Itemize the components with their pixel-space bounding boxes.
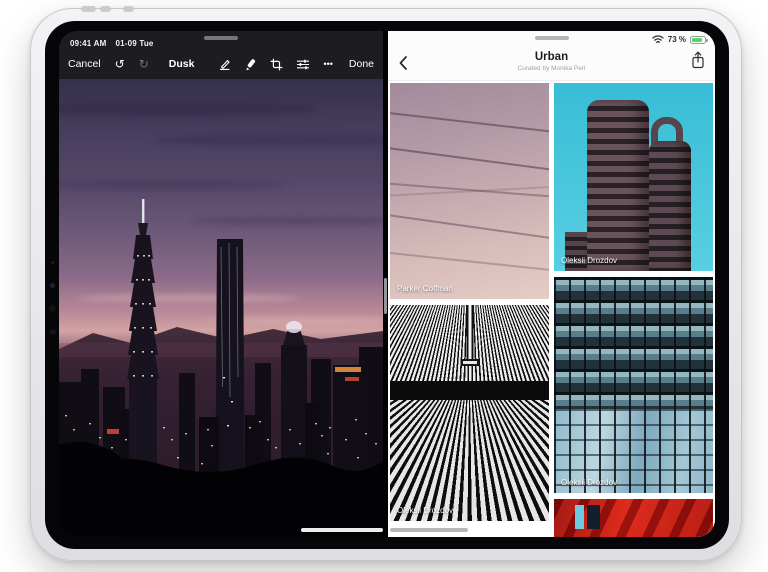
filter-name-label[interactable]: Dusk [169,58,195,70]
photo-building-facade[interactable]: Oleksii Drozdov [554,277,713,493]
status-bar-right: 73 % [652,35,706,44]
photo-power-lines[interactable]: Parker Coffman [390,83,549,299]
faceid-sensor [49,305,56,312]
chevron-left-icon [398,55,408,71]
power-line [390,251,549,271]
front-camera [50,283,55,288]
battery-fill [692,38,702,42]
tower-main [587,100,649,271]
back-button[interactable] [398,54,412,72]
power-button [81,6,96,12]
power-line [390,213,549,239]
ipad-device: 09:41 AM 01-09 Tue Cancel ↺ ↻ Dusk [30,8,742,561]
volume-up-button [100,6,111,12]
photo-credit: Parker Coffman [397,284,453,293]
cancel-button[interactable]: Cancel [68,58,101,70]
photo-browser-app: 73 % [388,31,715,537]
adjustments-icon[interactable] [296,58,310,71]
cloud-streak [59,102,318,116]
battery-icon [690,36,706,44]
stripes-lower [390,400,549,521]
stripes-center-slot [466,305,473,361]
ambient-sensor [51,261,54,264]
editor-toolbar: Cancel ↺ ↻ Dusk [59,49,383,79]
battery-percent: 73 % [668,35,686,44]
stripes-slot-foot [461,359,479,366]
photo-cyan-tower[interactable]: Oleksii Drozdov [554,83,713,271]
display: 09:41 AM 01-09 Tue Cancel ↺ ↻ Dusk [59,31,715,537]
power-line [390,111,549,133]
status-date: 01-09 Tue [115,39,153,48]
split-view-drag-pill-right[interactable] [535,36,569,40]
grid-column-left: Parker Coffman Oleksii Drozdov [390,83,549,537]
split-view-drag-pill-left[interactable] [204,36,238,40]
screen-bezel: 09:41 AM 01-09 Tue Cancel ↺ ↻ Dusk [45,21,729,549]
editor-tool-icons: ••• [218,58,332,71]
status-time: 09:41 AM [70,39,106,48]
red-photo-cyan-chip [575,505,584,529]
red-photo-dark-chip [587,505,600,529]
battery-cap [706,39,708,42]
cloud-streak [156,134,383,146]
home-indicator-right[interactable] [390,528,468,532]
editor-top-bars: 09:41 AM 01-09 Tue Cancel ↺ ↻ Dusk [59,31,383,79]
photo-credit: Oleksii Drozdov [561,256,617,265]
wifi-icon [652,35,664,44]
status-bar-left: 09:41 AM 01-09 Tue [59,31,383,49]
photo-editor-app: 09:41 AM 01-09 Tue Cancel ↺ ↻ Dusk [59,31,383,537]
city-skyline [59,177,383,537]
volume-down-button [123,6,134,12]
more-options-icon[interactable]: ••• [323,60,332,69]
home-indicator-left[interactable] [301,528,383,532]
tower-low-block [565,232,589,271]
photo-credit: Oleksii Drozdov [397,506,453,515]
browser-nav-bar: Urban Curated by Monika Perl [388,46,715,80]
share-icon [691,51,705,69]
undo-icon[interactable]: ↺ [115,58,125,70]
screenshot-stage: 09:41 AM 01-09 Tue Cancel ↺ ↻ Dusk [0,0,768,572]
grid-column-right: Oleksii Drozdov Oleksii Drozdov [554,83,713,537]
power-line [390,186,549,197]
pen-icon[interactable] [218,58,231,71]
faceid-sensor-2 [50,329,56,335]
photo-red-abstract[interactable] [554,499,713,537]
browser-titles: Urban Curated by Monika Perl [448,50,655,72]
split-view-resize-handle[interactable] [384,278,387,314]
collection-title: Urban [448,50,655,64]
share-button[interactable] [691,51,705,74]
photo-credit: Oleksii Drozdov [561,478,617,487]
done-button[interactable]: Done [349,58,374,70]
browser-header: 73 % [388,31,715,81]
tower-side [649,141,690,271]
redo-icon[interactable]: ↻ [139,58,149,70]
photo-striped-building[interactable]: Oleksii Drozdov [390,305,549,521]
crop-icon[interactable] [270,58,283,71]
collection-subtitle: Curated by Monika Perl [448,65,655,72]
marker-icon[interactable] [244,58,257,71]
stripes-dark-band [390,381,549,400]
power-line [390,146,549,171]
edited-photo-taipei-dusk[interactable] [59,79,383,537]
photo-grid: Parker Coffman Oleksii Drozdov [388,81,715,537]
